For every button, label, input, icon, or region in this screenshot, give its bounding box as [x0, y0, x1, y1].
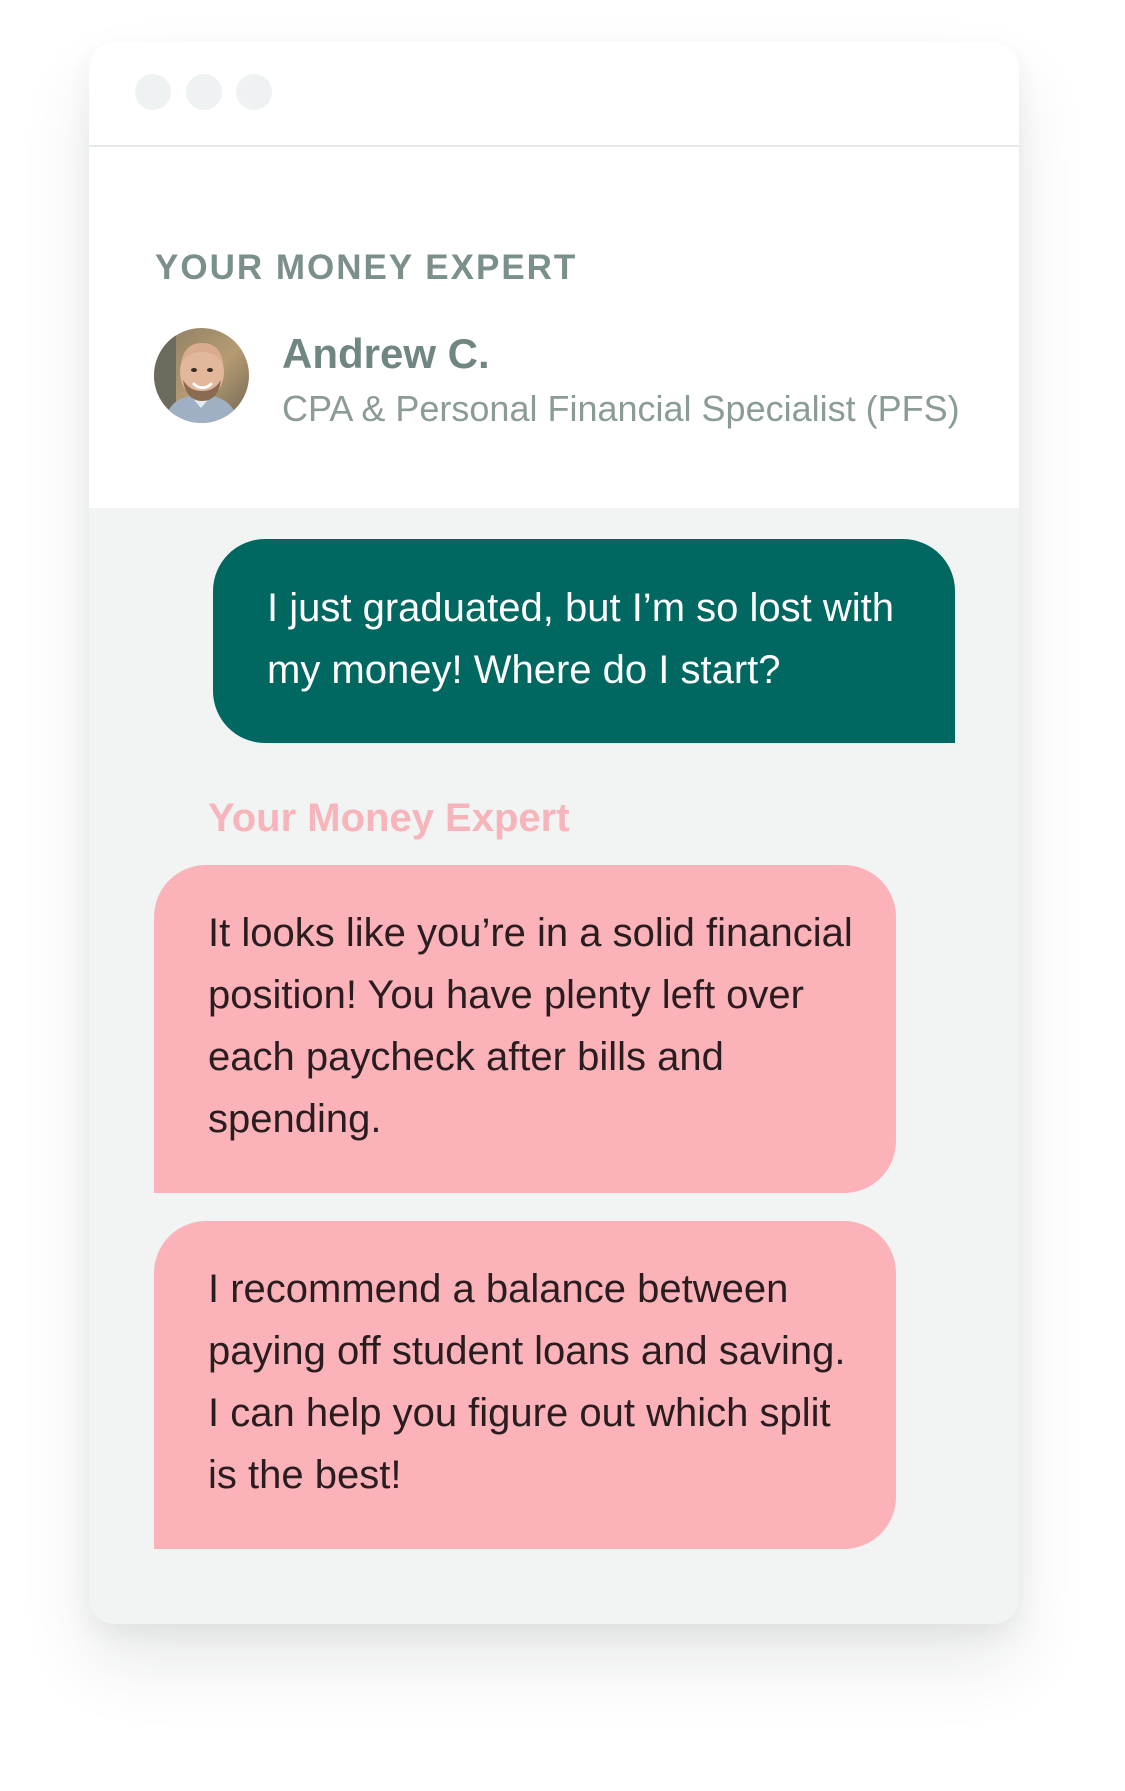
- chat-window: YOUR MONEY EXPERT Andrew C. CPA & Person…: [89, 42, 1019, 1624]
- expert-header: YOUR MONEY EXPERT Andrew C. CPA & Person…: [89, 147, 1019, 508]
- window-dot-minimize[interactable]: [186, 74, 222, 110]
- expert-sender-label: Your Money Expert: [208, 796, 570, 840]
- expert-avatar: [154, 328, 249, 423]
- expert-credentials: CPA & Personal Financial Specialist (PFS…: [282, 388, 960, 429]
- window-dot-maximize[interactable]: [236, 74, 272, 110]
- expert-message-bubble: It looks like you’re in a solid financia…: [154, 865, 896, 1193]
- section-eyebrow: YOUR MONEY EXPERT: [155, 248, 578, 287]
- expert-name: Andrew C.: [282, 330, 490, 377]
- expert-message-bubble: I recommend a balance between paying off…: [154, 1221, 896, 1549]
- user-message-bubble: I just graduated, but I’m so lost with m…: [213, 539, 955, 743]
- window-dot-close[interactable]: [135, 74, 171, 110]
- expert-photo-icon: [154, 328, 249, 423]
- window-titlebar: [89, 42, 1019, 147]
